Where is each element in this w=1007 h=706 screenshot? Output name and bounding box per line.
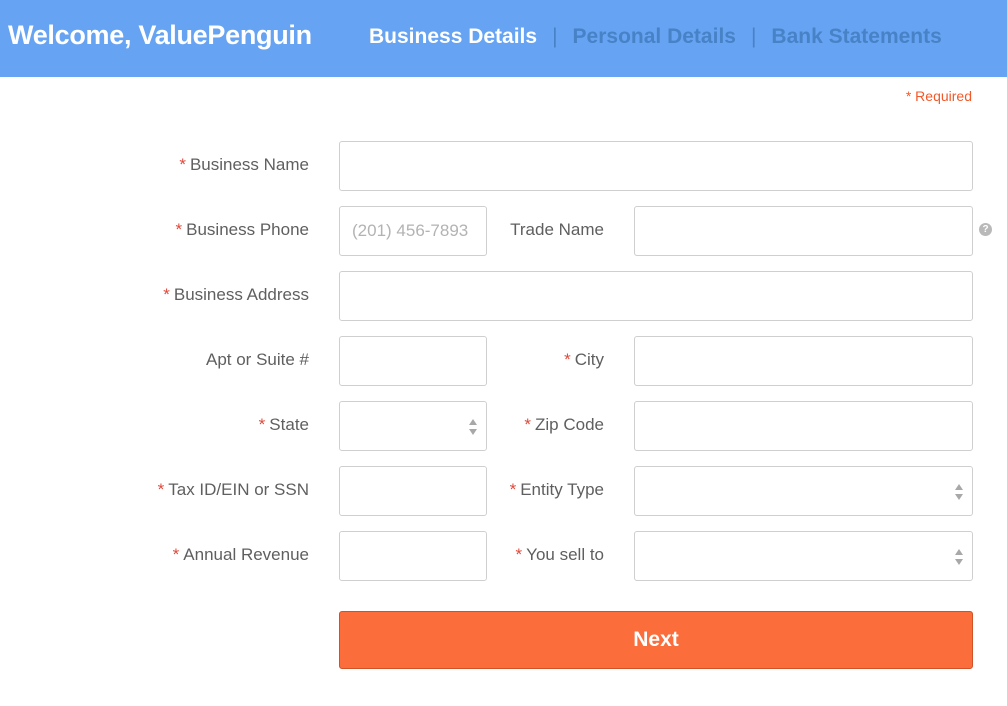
select-arrows-icon xyxy=(469,419,477,435)
city-input[interactable] xyxy=(634,336,973,386)
business-phone-input[interactable] xyxy=(339,206,487,256)
required-marker: * xyxy=(163,285,170,304)
required-marker: * xyxy=(172,545,180,564)
business-name-input[interactable] xyxy=(339,141,973,191)
required-marker: * xyxy=(564,350,571,369)
entity-type-label: * Entity Type xyxy=(509,480,604,499)
business-address-input[interactable] xyxy=(339,271,973,321)
annual-revenue-label: * Annual Revenue xyxy=(172,545,309,564)
required-marker: * xyxy=(524,415,532,434)
step-separator: | xyxy=(552,25,558,48)
required-marker: * xyxy=(157,480,165,499)
you-sell-to-select[interactable] xyxy=(634,531,973,581)
required-note: * Required xyxy=(905,88,972,104)
required-marker: * xyxy=(258,415,266,434)
welcome-title: Welcome, ValuePenguin xyxy=(8,20,312,50)
step-bank-statements[interactable]: Bank Statements xyxy=(771,25,941,49)
you-sell-to-label: * You sell to xyxy=(515,545,604,564)
step-personal-details[interactable]: Personal Details xyxy=(573,25,736,49)
next-button[interactable]: Next xyxy=(339,611,973,669)
step-nav: Business Details | Personal Details | Bank S… xyxy=(369,25,942,49)
tax-id-label: * Tax ID/EIN or SSN xyxy=(157,480,309,499)
annual-revenue-input[interactable] xyxy=(339,531,487,581)
entity-type-select[interactable] xyxy=(634,466,973,516)
zip-code-label: * Zip Code xyxy=(524,415,604,434)
step-separator: | xyxy=(750,25,757,48)
state-label: * State xyxy=(258,415,309,434)
business-phone-label: * Business Phone xyxy=(175,220,310,239)
zip-code-input[interactable] xyxy=(634,401,973,451)
question-circle-icon[interactable]: ? xyxy=(979,223,992,236)
tax-id-input[interactable] xyxy=(339,466,487,516)
required-marker: * xyxy=(179,155,186,174)
trade-name-input[interactable] xyxy=(634,206,973,256)
select-arrows-icon xyxy=(955,484,963,500)
required-marker: * xyxy=(515,545,523,564)
apt-suite-label: Apt or Suite # xyxy=(205,350,309,369)
select-arrows-icon xyxy=(955,549,963,565)
trade-name-label: Trade Name xyxy=(510,220,604,239)
business-name-label: * Business Name xyxy=(179,155,309,174)
business-address-label: * Business Address xyxy=(163,285,309,304)
required-marker: * xyxy=(175,220,183,239)
apt-suite-input[interactable] xyxy=(339,336,487,386)
state-select[interactable] xyxy=(339,401,487,451)
step-business-details[interactable]: Business Details xyxy=(369,25,537,49)
city-label: * City xyxy=(564,350,604,369)
top-header: Welcome, ValuePenguin Business Details | P… xyxy=(0,0,1007,77)
required-marker: * xyxy=(509,480,517,499)
